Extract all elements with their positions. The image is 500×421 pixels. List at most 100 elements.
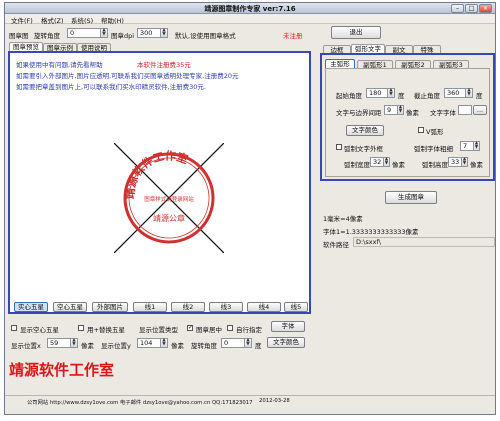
gap-input[interactable]: 9 — [384, 105, 398, 115]
font-size-info: 字体1=1.3333333333333像素 — [323, 228, 419, 236]
menu-system[interactable]: 系统(S) — [71, 15, 93, 25]
arc-settings-box: 起始角度 180 ▲ ▼ 度 截止角度 360 ▲ ▼ 度 文字与边界间距 9 ▲ ▼… — [325, 68, 490, 177]
pos-y-label: 显示位置y — [101, 342, 131, 350]
pos-x-unit: 像素 — [81, 342, 94, 350]
custom-position-label: 自行指定 — [236, 326, 262, 334]
start-angle-label: 起始角度 — [336, 92, 362, 100]
v-shape-label: V弧形 — [426, 128, 444, 136]
arc-width-spinner[interactable]: ▲ ▼ — [384, 157, 390, 167]
tab-stamp-examples[interactable]: 图章示例 — [43, 43, 77, 52]
dpi-spinner[interactable]: ▲ ▼ — [161, 28, 168, 38]
opt-rotate-label: 旋转角度 — [191, 342, 217, 350]
status-date: 2012-03-28 — [259, 398, 290, 404]
minimize-icon[interactable]: – — [451, 4, 464, 13]
subtab-arc2[interactable]: 副弧形2 — [395, 60, 431, 69]
font-browse-button[interactable]: ... — [473, 105, 487, 115]
title-bar: 靖源图章制作专家 ver:7.16 – □ × — [5, 3, 495, 14]
exit-button[interactable]: 退出 — [331, 26, 381, 39]
preview-panel: 如果使用中有问题,请先看帮助 本软件注册费35元 如需要引入外部图片,图片应透明… — [8, 51, 311, 314]
menu-file[interactable]: 文件(F) — [11, 15, 33, 25]
stamp-inner-text: 图章样式请登录网站 — [144, 195, 194, 203]
stamp-center-label: 图章居中 — [196, 326, 222, 334]
weight-label: 弧制字体粗细 — [414, 145, 453, 153]
menu-format[interactable]: 格式(Z) — [41, 15, 64, 25]
end-angle-label: 截止角度 — [414, 92, 440, 100]
start-angle-unit: 度 — [398, 92, 405, 100]
weight-spinner[interactable]: ▲ ▼ — [474, 141, 480, 151]
dpi-label: 图章dpi — [111, 32, 135, 40]
generate-stamp-button[interactable]: 生成图章 — [385, 191, 437, 204]
replace-star-label: 用+替换五星 — [87, 326, 125, 334]
path-value: D:\sxxf\ — [353, 237, 495, 247]
line4-button[interactable]: 线4 — [247, 302, 281, 312]
custom-position-checkbox[interactable] — [227, 325, 233, 331]
dpi-input[interactable]: 300 — [137, 28, 161, 38]
gap-spinner[interactable]: ▲ ▼ — [398, 105, 404, 115]
arc-width-unit: 像素 — [392, 161, 405, 169]
unregistered-label: 未注册 — [283, 32, 303, 40]
rotate-input[interactable]: 0 — [67, 28, 101, 38]
show-hollow-star-checkbox[interactable] — [11, 325, 17, 331]
arc-width-label: 弧制宽度 — [344, 161, 370, 169]
tab-stamp-preview[interactable]: 图章预览 — [9, 42, 43, 51]
font-input[interactable] — [458, 105, 472, 115]
menu-help[interactable]: 帮助(H) — [101, 15, 124, 25]
stamp-preview: 靖源软件工作室 图章样式请登录网站 靖源公章 — [114, 143, 224, 253]
solid-star-button[interactable]: 实心五星 — [14, 302, 48, 312]
pos-x-label: 显示位置x — [11, 342, 41, 350]
opt-rotate-spinner[interactable]: ▲ ▼ — [245, 338, 252, 348]
maximize-icon[interactable]: □ — [465, 4, 478, 13]
stamp-center-checkbox[interactable] — [187, 324, 193, 331]
gap-label: 文字与边界间距 — [336, 109, 382, 117]
end-angle-spinner[interactable]: ▲ ▼ — [466, 88, 473, 98]
line5-button[interactable]: 线5 — [284, 302, 308, 312]
outline-checkbox[interactable] — [336, 144, 342, 150]
pos-y-spinner[interactable]: ▲ ▼ — [161, 338, 168, 348]
pos-x-spinner[interactable]: ▲ ▼ — [71, 338, 78, 348]
default-note: 默认,设使用图章格式 — [175, 32, 236, 40]
text-color-button[interactable]: 文字颜色 — [267, 337, 305, 348]
rotate-spinner[interactable]: ▲ ▼ — [101, 28, 108, 38]
outline-label: 弧制文字外框 — [344, 145, 383, 153]
font-button[interactable]: 字体 — [271, 321, 305, 332]
tab-arc-text[interactable]: 弧形文字 — [351, 44, 385, 53]
path-label: 软件路径 — [323, 241, 349, 249]
external-image-button[interactable]: 外部图片 — [92, 302, 128, 312]
tab-special[interactable]: 特殊 — [413, 45, 441, 54]
replace-star-checkbox[interactable] — [78, 325, 84, 331]
close-icon[interactable]: × — [479, 4, 492, 13]
start-angle-input[interactable]: 180 — [366, 88, 388, 98]
arc-height-input[interactable]: 33 — [448, 157, 462, 167]
arc-color-button[interactable]: 文字颜色 — [346, 125, 384, 136]
weight-input[interactable]: 7 — [460, 141, 474, 151]
subtab-arc3[interactable]: 副弧形3 — [433, 60, 469, 69]
pos-y-input[interactable]: 104 — [137, 338, 161, 348]
end-angle-input[interactable]: 360 — [444, 88, 466, 98]
tab-sub-text[interactable]: 副文 — [385, 45, 413, 54]
menu-bar: 文件(F) 格式(Z) 系统(S) 帮助(H) — [5, 14, 495, 25]
notice-line1: 如果使用中有问题,请先看帮助 — [16, 61, 103, 69]
tab-usage[interactable]: 使用说明 — [77, 43, 111, 52]
font-label: 文字字体 — [430, 109, 456, 117]
opt-rotate-unit: 度 — [255, 342, 262, 350]
arc-height-unit: 像素 — [470, 161, 483, 169]
opt-rotate-input[interactable]: 0 — [221, 338, 245, 348]
start-angle-spinner[interactable]: ▲ ▼ — [388, 88, 395, 98]
notice-line3: 如需要把章盖到图片上,可以联系我们买水印精灵软件,注册费30元. — [16, 83, 206, 91]
subtab-arc1[interactable]: 副弧形1 — [357, 60, 393, 69]
gap-unit: 像素 — [406, 109, 419, 117]
arc-width-input[interactable]: 32 — [370, 157, 384, 167]
subtab-main-arc[interactable]: 主弧形 — [325, 59, 355, 68]
arc-height-label: 弧制高度 — [422, 161, 448, 169]
pos-x-input[interactable]: 59 — [47, 338, 71, 348]
hollow-star-button[interactable]: 空心五星 — [53, 302, 87, 312]
line2-button[interactable]: 线2 — [171, 302, 205, 312]
line1-button[interactable]: 线1 — [133, 302, 167, 312]
position-type-label: 显示位置类型 — [139, 326, 178, 334]
status-site: 公司网站 http://www.dzsy1ove.com 电子邮件 dzsy1o… — [27, 400, 253, 406]
line3-button[interactable]: 线3 — [209, 302, 243, 312]
tab-border[interactable]: 边框 — [323, 45, 351, 54]
stamp-label: 图章图 — [9, 32, 29, 40]
v-shape-checkbox[interactable] — [418, 127, 424, 133]
arc-height-spinner[interactable]: ▲ ▼ — [462, 157, 468, 167]
